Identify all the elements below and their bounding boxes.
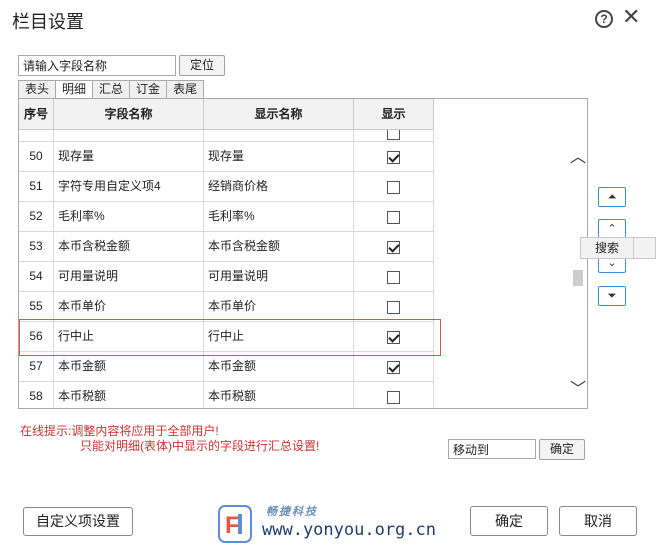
- show-checkbox[interactable]: [387, 300, 400, 314]
- hint-line-1: 调整内容将应用于全部用户!: [71, 424, 219, 438]
- locate-button[interactable]: 定位: [179, 55, 225, 76]
- scroll-thumb[interactable]: [573, 270, 583, 286]
- grid-header: 序号 字段名称 显示名称 显示: [19, 99, 434, 130]
- move-up-icon: ⌃: [607, 223, 617, 235]
- search-tab-extra: [633, 238, 653, 258]
- row-index: 55: [19, 292, 54, 322]
- row-field-name: 本币金额: [54, 352, 204, 382]
- row-show-cell: [354, 172, 434, 202]
- row-field-name: 可用量说明: [54, 262, 204, 292]
- table-row[interactable]: 58 本币税额 本币税额: [19, 382, 434, 408]
- show-checkbox[interactable]: [387, 360, 400, 374]
- selected-row-highlight: [19, 319, 441, 356]
- col-header-display[interactable]: 显示名称: [204, 99, 354, 130]
- row-display-name[interactable]: 本币税额: [204, 382, 354, 408]
- show-checkbox[interactable]: [387, 240, 400, 254]
- move-to-input[interactable]: [448, 439, 536, 459]
- row-field-name: 本币单价: [54, 292, 204, 322]
- row-field-name: 本币含税金额: [54, 232, 204, 262]
- row-show-cell: [354, 382, 434, 408]
- row-display-name[interactable]: 可用量说明: [204, 262, 354, 292]
- move-top-button[interactable]: ⏶: [598, 187, 626, 207]
- row-index: 50: [19, 142, 54, 172]
- row-show-cell: [354, 202, 434, 232]
- row-show-cell: [354, 142, 434, 172]
- table-row[interactable]: 53 本币含税金额 本币含税金额: [19, 232, 434, 262]
- tab-bar: 表头 明细 汇总 订金 表尾: [18, 80, 205, 99]
- row-display-name[interactable]: 毛利率%: [204, 202, 354, 232]
- show-checkbox[interactable]: [387, 130, 400, 140]
- show-checkbox[interactable]: [387, 270, 400, 284]
- help-icon[interactable]: ?: [595, 10, 613, 28]
- row-display-name[interactable]: 本币金额: [204, 352, 354, 382]
- watermark-url: www.yonyou.org.cn: [262, 520, 436, 540]
- table-row[interactable]: 55 本币单价 本币单价: [19, 292, 434, 322]
- grid-scrollbar[interactable]: [568, 129, 586, 409]
- watermark-logo-icon: F: [218, 505, 252, 543]
- move-to-confirm-button[interactable]: 确定: [539, 439, 585, 460]
- custom-fields-button[interactable]: 自定义项设置: [23, 507, 133, 536]
- hint-prefix: 在线提示:: [20, 424, 72, 438]
- tab-detail[interactable]: 明细: [55, 80, 94, 99]
- row-index: 54: [19, 262, 54, 292]
- show-checkbox[interactable]: [387, 150, 400, 164]
- field-grid: 序号 字段名称 显示名称 显示 50 现存量 现存量 51 字符专用自定义项4 …: [18, 98, 588, 409]
- row-index: 57: [19, 352, 54, 382]
- ok-button[interactable]: 确定: [470, 506, 548, 536]
- table-row[interactable]: 51 字符专用自定义项4 经销商价格: [19, 172, 434, 202]
- row-display-name[interactable]: 本币单价: [204, 292, 354, 322]
- field-search-input[interactable]: [18, 55, 176, 76]
- tab-footer[interactable]: 表尾: [166, 80, 205, 98]
- move-bottom-button[interactable]: ⏷: [598, 286, 626, 306]
- tab-header[interactable]: 表头: [18, 80, 57, 98]
- row-index: [19, 130, 54, 142]
- row-field-name: 字符专用自定义项4: [54, 172, 204, 202]
- row-show-cell: [354, 232, 434, 262]
- row-field-name: 毛利率%: [54, 202, 204, 232]
- col-header-show[interactable]: 显示: [354, 99, 434, 130]
- row-field-name: [54, 130, 204, 142]
- show-checkbox[interactable]: [387, 180, 400, 194]
- table-row[interactable]: 54 可用量说明 可用量说明: [19, 262, 434, 292]
- row-display-name[interactable]: 本币含税金额: [204, 232, 354, 262]
- online-hint: 在线提示:调整内容将应用于全部用户! 只能对明细(表体)中显示的字段进行汇总设置…: [20, 424, 319, 454]
- watermark-brand: 畅捷科技: [266, 506, 318, 518]
- row-index: 53: [19, 232, 54, 262]
- table-row[interactable]: [19, 130, 434, 142]
- row-show-cell: [354, 352, 434, 382]
- table-row[interactable]: 57 本币金额 本币金额: [19, 352, 434, 382]
- move-up-button[interactable]: ⌃: [598, 219, 626, 239]
- row-display-name: [204, 130, 354, 142]
- row-display-name[interactable]: 现存量: [204, 142, 354, 172]
- row-field-name: 本币税额: [54, 382, 204, 408]
- tab-deposit[interactable]: 订金: [129, 80, 168, 98]
- row-show-cell: [354, 292, 434, 322]
- table-row[interactable]: 52 毛利率% 毛利率%: [19, 202, 434, 232]
- move-top-icon: ⏶: [607, 191, 617, 203]
- row-show-cell: [354, 262, 434, 292]
- tab-summary[interactable]: 汇总: [92, 80, 131, 98]
- row-index: 51: [19, 172, 54, 202]
- table-row[interactable]: 50 现存量 现存量: [19, 142, 434, 172]
- col-header-index[interactable]: 序号: [19, 99, 54, 130]
- row-field-name: 现存量: [54, 142, 204, 172]
- svg-text:F: F: [225, 512, 240, 539]
- show-checkbox[interactable]: [387, 210, 400, 224]
- show-checkbox[interactable]: [387, 390, 400, 404]
- row-display-name[interactable]: 经销商价格: [204, 172, 354, 202]
- dialog-title: 栏目设置: [12, 12, 84, 32]
- row-index: 58: [19, 382, 54, 408]
- move-bottom-icon: ⏷: [607, 290, 617, 302]
- cancel-button[interactable]: 取消: [559, 506, 637, 536]
- hint-line-2: 只能对明细(表体)中显示的字段进行汇总设置!: [80, 439, 320, 453]
- row-show-cell: [354, 130, 434, 142]
- scroll-up-chevron-icon[interactable]: ︿: [570, 143, 586, 167]
- search-tab-label: 搜索: [595, 241, 620, 255]
- row-index: 52: [19, 202, 54, 232]
- search-popup-tab[interactable]: 搜索: [580, 237, 656, 259]
- col-header-field[interactable]: 字段名称: [54, 99, 204, 130]
- close-icon[interactable]: ✕: [622, 6, 640, 28]
- scroll-down-chevron-icon[interactable]: ﹀: [570, 375, 586, 399]
- grid-rows: 50 现存量 现存量 51 字符专用自定义项4 经销商价格 52 毛利率% 毛利…: [19, 130, 434, 408]
